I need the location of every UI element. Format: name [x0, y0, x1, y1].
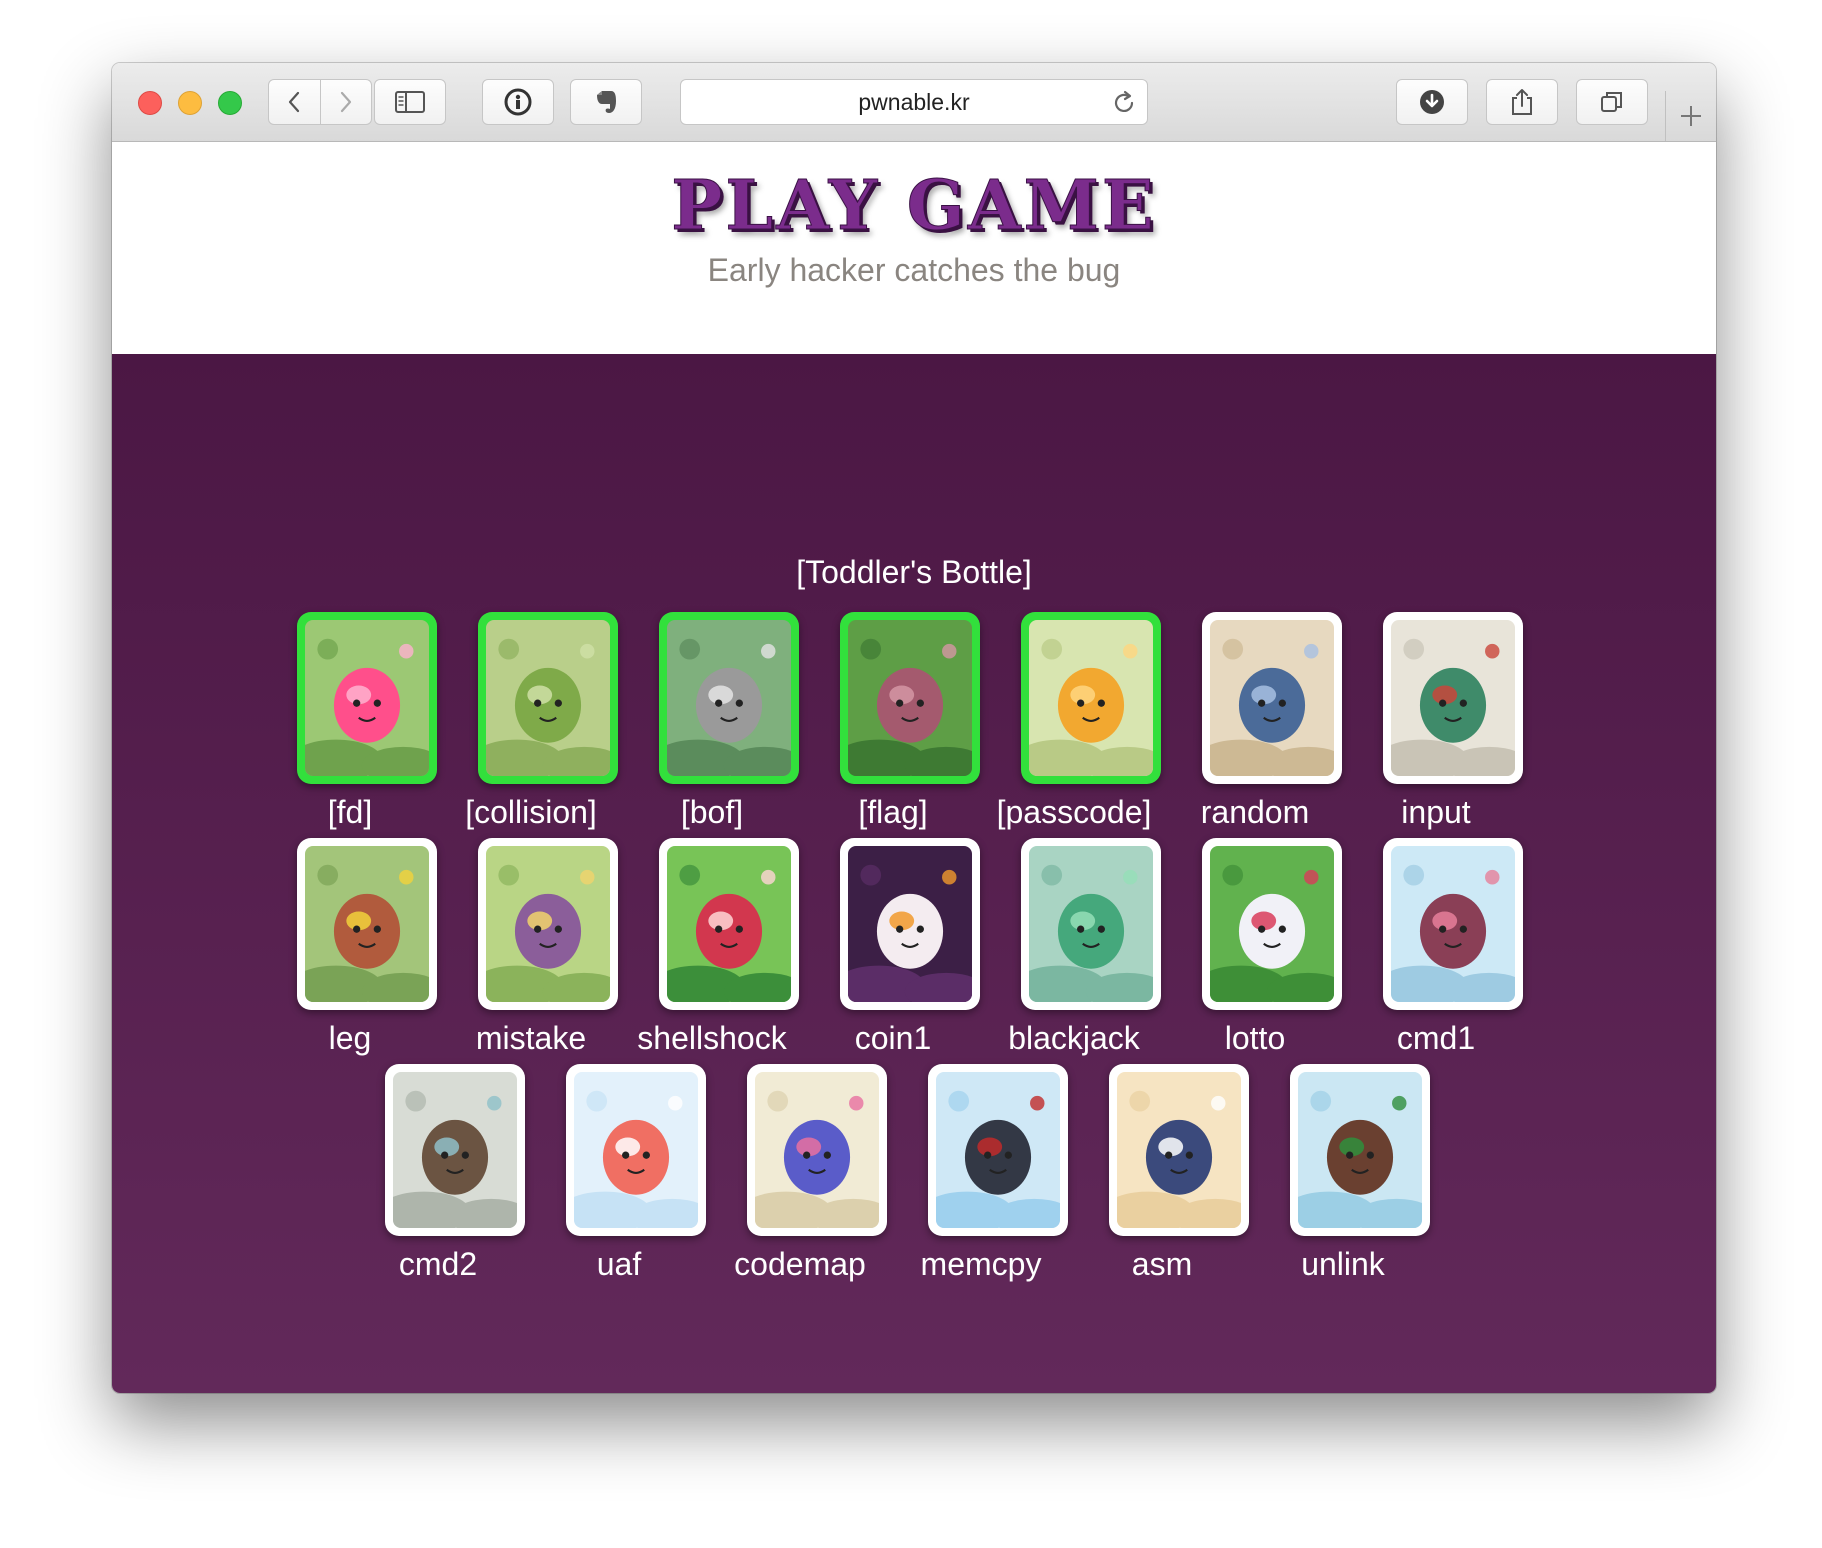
challenge-card[interactable]: [928, 1064, 1068, 1236]
challenge-item[interactable]: uaf: [529, 1064, 709, 1294]
page-tagline: Early hacker catches the bug: [707, 252, 1121, 288]
wolf-icon: [1210, 620, 1334, 776]
pink-slime-icon: [305, 620, 429, 776]
challenge-card[interactable]: [566, 1064, 706, 1236]
browser-window: pwnable.kr PLAY GAME Early hacker catche…: [112, 63, 1716, 1393]
challenge-card[interactable]: [478, 838, 618, 1010]
challenge-item[interactable]: blackjack: [984, 838, 1164, 1068]
sidebar-icon: [395, 91, 425, 113]
page-header: PLAY GAME Early hacker catches the bug: [112, 142, 1716, 354]
challenge-item[interactable]: asm: [1072, 1064, 1252, 1294]
challenge-card[interactable]: [747, 1064, 887, 1236]
challenge-card[interactable]: [1109, 1064, 1249, 1236]
challenge-label[interactable]: cmd1: [1326, 1020, 1546, 1057]
sleeping-creatures-icon: [755, 1072, 879, 1228]
challenge-card[interactable]: [659, 612, 799, 784]
monkey-icon: [486, 846, 610, 1002]
back-icon: [289, 91, 300, 113]
caterpillars-icon: [486, 620, 610, 776]
challenge-item[interactable]: cmd1: [1346, 838, 1526, 1068]
bear-icon: [305, 846, 429, 1002]
lizard-icon: [1029, 846, 1153, 1002]
challenge-item[interactable]: [collision]: [441, 612, 621, 842]
challenge-item[interactable]: cmd2: [348, 1064, 528, 1294]
challenge-item[interactable]: [bof]: [622, 612, 802, 842]
evernote-button[interactable]: [570, 79, 642, 125]
challenge-item[interactable]: [passcode]: [984, 612, 1164, 842]
challenge-card[interactable]: [659, 838, 799, 1010]
challenge-item[interactable]: input: [1346, 612, 1526, 842]
challenge-item[interactable]: shellshock: [622, 838, 802, 1068]
penguin-icon: [1117, 1072, 1241, 1228]
challenge-item[interactable]: [fd]: [260, 612, 440, 842]
sidebar-button[interactable]: [374, 79, 446, 125]
url-text: pwnable.kr: [858, 89, 970, 115]
bug-boxer-icon: [1391, 620, 1515, 776]
section-title: [Toddler's Bottle]: [796, 554, 1032, 590]
download-button[interactable]: [1396, 79, 1468, 125]
window-close-button[interactable]: [138, 91, 162, 115]
challenge-card[interactable]: [1021, 612, 1161, 784]
forward-icon: [340, 91, 351, 113]
window-minimize-button[interactable]: [178, 91, 202, 115]
password-button[interactable]: [482, 79, 554, 125]
challenge-card[interactable]: [840, 838, 980, 1010]
new-tab-icon: [1681, 106, 1701, 126]
challenge-item[interactable]: coin1: [803, 838, 983, 1068]
slime-cloud-icon: [574, 1072, 698, 1228]
cocoon-icon: [848, 620, 972, 776]
challenge-item[interactable]: lotto: [1165, 838, 1345, 1068]
challenge-item[interactable]: leg: [260, 838, 440, 1068]
forward-button[interactable]: [319, 80, 372, 124]
share-icon: [1512, 89, 1532, 115]
browser-toolbar: pwnable.kr: [112, 63, 1716, 142]
challenge-label[interactable]: unlink: [1233, 1246, 1453, 1283]
challenge-card[interactable]: [1383, 838, 1523, 1010]
challenge-item[interactable]: unlink: [1253, 1064, 1433, 1294]
password-icon: [504, 88, 532, 116]
challenge-item[interactable]: memcpy: [891, 1064, 1071, 1294]
challenge-board: [Toddler's Bottle] [fd] [collision] [bof][…: [112, 354, 1716, 1393]
tabs-overview-button[interactable]: [1576, 79, 1648, 125]
challenge-card[interactable]: [478, 612, 618, 784]
evernote-icon: [597, 91, 616, 113]
tabs-icon: [1601, 92, 1622, 112]
reload-icon[interactable]: [1111, 90, 1137, 116]
page-title: PLAY GAME: [671, 166, 1157, 247]
cat-cape-icon: [936, 1072, 1060, 1228]
rabbit-icon: [1210, 846, 1334, 1002]
ghost-icon: [848, 846, 972, 1002]
challenge-card[interactable]: [1383, 612, 1523, 784]
challenge-card[interactable]: [297, 838, 437, 1010]
window-maximize-button[interactable]: [218, 91, 242, 115]
challenge-card[interactable]: [385, 1064, 525, 1236]
raccoon-icon: [667, 620, 791, 776]
challenge-card[interactable]: [1202, 612, 1342, 784]
girl-mushroom-icon: [1391, 846, 1515, 1002]
challenge-item[interactable]: [flag]: [803, 612, 983, 842]
challenge-item[interactable]: random: [1165, 612, 1345, 842]
challenge-item[interactable]: mistake: [441, 838, 621, 1068]
challenge-card[interactable]: [1202, 838, 1342, 1010]
shell-creature-icon: [393, 1072, 517, 1228]
challenge-item[interactable]: codemap: [710, 1064, 890, 1294]
beetle-icon: [1298, 1072, 1422, 1228]
nav-buttons: [268, 79, 372, 125]
challenge-card[interactable]: [1290, 1064, 1430, 1236]
challenge-card[interactable]: [840, 612, 980, 784]
back-button[interactable]: [269, 80, 320, 124]
address-bar[interactable]: pwnable.kr: [680, 79, 1148, 125]
download-icon: [1420, 90, 1444, 114]
plant-mouth-icon: [667, 846, 791, 1002]
challenge-card[interactable]: [297, 612, 437, 784]
new-tab-button[interactable]: [1665, 91, 1716, 141]
share-button[interactable]: [1486, 79, 1558, 125]
challenge-card[interactable]: [1021, 838, 1161, 1010]
challenge-label[interactable]: input: [1326, 794, 1546, 831]
bird-icon: [1029, 620, 1153, 776]
